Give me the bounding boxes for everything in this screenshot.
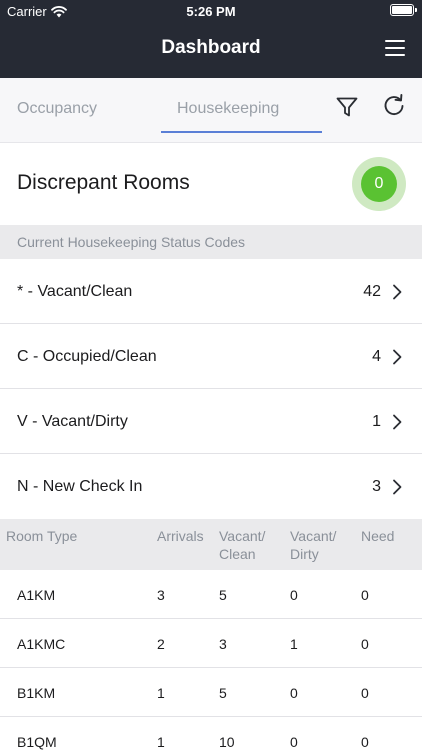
status-bar: Carrier 5:26 PM — [0, 0, 422, 22]
table-row: A1KMC 2 3 1 0 — [0, 619, 422, 668]
tab-occupancy[interactable]: Occupancy — [17, 100, 97, 118]
vacant-clean-cell: 5 — [219, 685, 227, 701]
filter-icon[interactable] — [335, 95, 359, 119]
refresh-icon[interactable] — [381, 93, 407, 119]
status-count: 1 — [372, 413, 381, 430]
status-row-new-check-in[interactable]: N - New Check In 3 — [0, 454, 422, 519]
tab-bar: Occupancy Housekeeping — [0, 78, 422, 143]
vacant-dirty-cell: 0 — [290, 685, 298, 701]
arrivals-cell: 1 — [157, 685, 165, 701]
chevron-right-icon — [393, 284, 402, 300]
room-type-cell: B1KM — [17, 685, 56, 701]
room-type-cell: B1QM — [17, 734, 57, 750]
status-label: V - Vacant/Dirty — [17, 413, 128, 430]
table-row: B1QM 1 10 0 0 — [0, 717, 422, 750]
need-cell: 0 — [361, 685, 369, 701]
chevron-right-icon — [393, 349, 402, 365]
status-label: C - Occupied/Clean — [17, 348, 157, 365]
arrivals-cell: 2 — [157, 636, 165, 652]
vacant-dirty-cell: 0 — [290, 734, 298, 750]
column-header-vacant-dirty: Vacant/ Dirty — [290, 528, 337, 562]
need-cell: 0 — [361, 636, 369, 652]
column-header-need: Need — [361, 528, 395, 544]
status-label: * - Vacant/Clean — [17, 283, 133, 300]
room-table-body: A1KM 3 5 0 0 A1KMC 2 3 1 0 B1KM 1 5 0 0 … — [0, 570, 422, 750]
arrivals-cell: 3 — [157, 587, 165, 603]
vacant-dirty-cell: 1 — [290, 636, 298, 652]
hamburger-menu-icon[interactable] — [385, 40, 405, 56]
arrivals-cell: 1 — [157, 734, 165, 750]
status-codes-section-header: Current Housekeeping Status Codes — [0, 225, 422, 259]
battery-icon — [390, 4, 417, 16]
section-label: Current Housekeeping Status Codes — [17, 234, 246, 250]
vacant-clean-cell: 10 — [219, 734, 235, 750]
vacant-dirty-cell: 0 — [290, 587, 298, 603]
chevron-right-icon — [393, 414, 402, 430]
app-header: Carrier 5:26 PM Dashboard — [0, 0, 422, 78]
chevron-right-icon — [393, 479, 402, 495]
status-row-vacant-dirty[interactable]: V - Vacant/Dirty 1 — [0, 389, 422, 454]
status-row-vacant-clean[interactable]: * - Vacant/Clean 42 — [0, 259, 422, 324]
room-type-cell: A1KM — [17, 587, 56, 603]
page-title: Dashboard — [161, 37, 261, 58]
status-count: 3 — [372, 478, 381, 495]
status-time: 5:26 PM — [186, 4, 236, 19]
table-row: A1KM 3 5 0 0 — [0, 570, 422, 619]
status-code-list: * - Vacant/Clean 42 C - Occupied/Clean 4… — [0, 259, 422, 519]
table-row: B1KM 1 5 0 0 — [0, 668, 422, 717]
column-header-room-type: Room Type — [6, 528, 78, 544]
discrepant-count-badge: 0 — [361, 166, 397, 202]
status-label: N - New Check In — [17, 478, 143, 495]
column-header-arrivals: Arrivals — [157, 528, 204, 544]
status-count: 4 — [372, 348, 381, 365]
vacant-clean-cell: 3 — [219, 636, 227, 652]
status-count: 42 — [363, 283, 381, 300]
need-cell: 0 — [361, 734, 369, 750]
need-cell: 0 — [361, 587, 369, 603]
discrepant-rooms-title: Discrepant Rooms — [17, 171, 190, 194]
discrepant-rooms-panel[interactable]: Discrepant Rooms 0 — [0, 143, 422, 225]
status-row-occupied-clean[interactable]: C - Occupied/Clean 4 — [0, 324, 422, 389]
room-type-cell: A1KMC — [17, 636, 66, 652]
active-tab-indicator — [161, 131, 322, 133]
tab-housekeeping[interactable]: Housekeeping — [177, 100, 279, 118]
vacant-clean-cell: 5 — [219, 587, 227, 603]
room-table-header: Room Type Arrivals Vacant/ Clean Vacant/… — [0, 519, 422, 570]
column-header-vacant-clean: Vacant/ Clean — [219, 528, 266, 562]
